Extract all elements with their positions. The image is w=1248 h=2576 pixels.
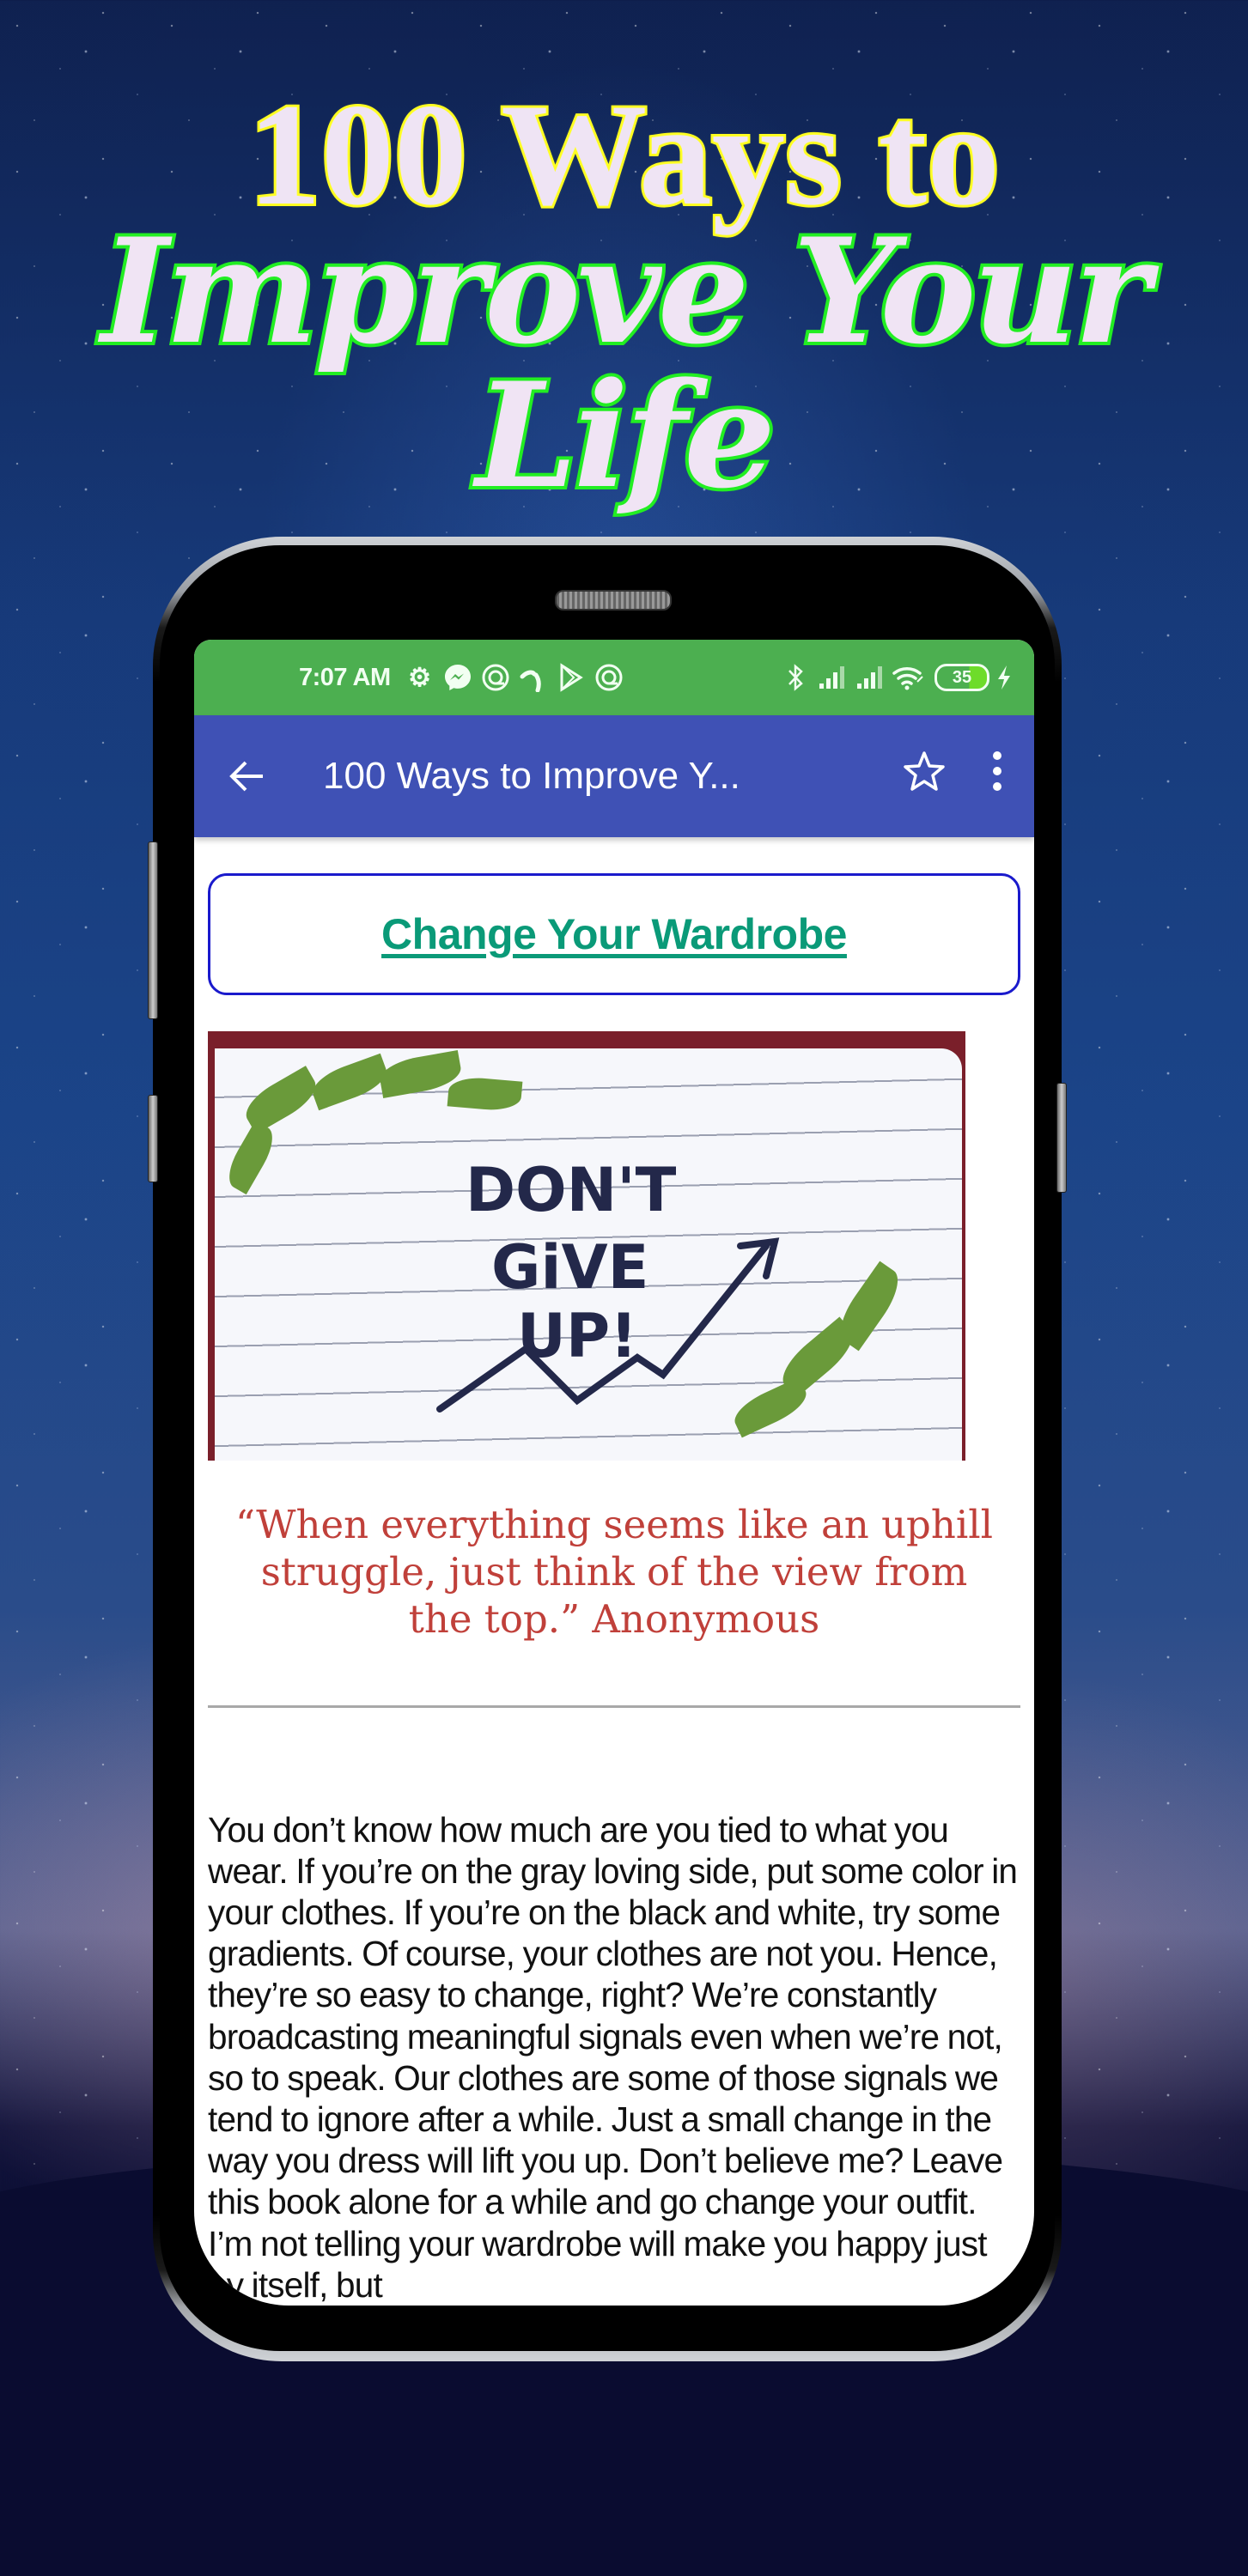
app-bar: 100 Ways to Improve Y... — [194, 715, 1034, 837]
telenor-icon — [516, 660, 551, 695]
signal-icon — [816, 660, 850, 695]
upward-arrow-drawing — [436, 1237, 780, 1413]
gear-icon: ⚙ — [408, 663, 432, 692]
article-heading-box: Change Your Wardrobe — [208, 873, 1020, 995]
article-image: DON'T GiVE UP! — [208, 1031, 965, 1461]
status-right-group: 35 — [778, 660, 1034, 695]
bluetooth-icon — [778, 660, 813, 695]
section-divider — [208, 1704, 1020, 1708]
article-quote: “When everything seems like an uphill st… — [234, 1502, 994, 1642]
phone-frame: 7:07 AM ⚙ 35 100 Ways to Improve Y... Ch… — [148, 537, 1067, 2361]
more-options-button[interactable] — [984, 750, 1010, 803]
status-time: 7:07 AM — [299, 663, 391, 691]
article-body: You don’t know how much are you tied to … — [208, 1809, 1018, 2305]
battery-level: 35 — [952, 667, 972, 687]
phone-screen: 7:07 AM ⚙ 35 100 Ways to Improve Y... Ch… — [194, 640, 1034, 2306]
app-bar-title: 100 Ways to Improve Y... — [323, 755, 740, 797]
back-button[interactable] — [228, 757, 289, 795]
wifi-icon — [892, 660, 926, 695]
power-button — [1056, 1083, 1067, 1193]
battery-indicator: 35 — [934, 664, 989, 691]
status-bar: 7:07 AM ⚙ 35 — [194, 640, 1034, 715]
phone-bezel: 7:07 AM ⚙ 35 100 Ways to Improve Y... Ch… — [160, 545, 1055, 2351]
arrow-left-icon — [229, 761, 263, 792]
article-heading-link[interactable]: Change Your Wardrobe — [381, 909, 847, 959]
article-content: Change Your Wardrobe DON'T GiVE UP! “Whe… — [194, 873, 1034, 2306]
volume-up-button — [148, 841, 158, 1019]
signal-icon — [854, 660, 888, 695]
more-vertical-icon — [993, 750, 1001, 791]
promo-title-line2: Improve Your Life — [98, 206, 1154, 520]
at-sign-icon — [592, 660, 626, 695]
volume-down-button — [148, 1095, 158, 1182]
earpiece-speaker — [555, 590, 672, 611]
play-store-icon — [554, 660, 588, 695]
favorite-button[interactable] — [898, 750, 950, 804]
at-sign-icon — [478, 660, 513, 695]
messenger-icon — [441, 660, 475, 695]
charging-bolt-icon — [995, 660, 1014, 695]
star-outline-icon — [904, 750, 945, 791]
